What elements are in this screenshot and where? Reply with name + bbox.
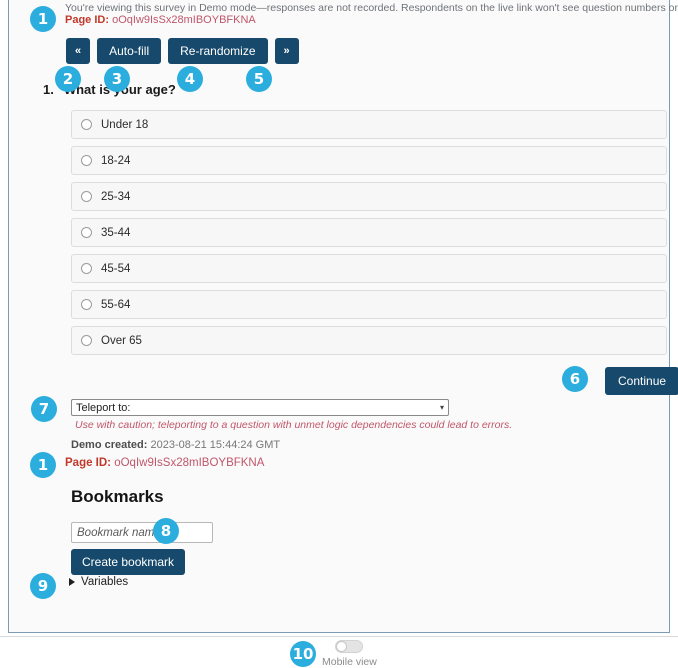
callout-badge-7: 7: [31, 396, 57, 422]
answer-option[interactable]: 25-34: [71, 182, 667, 211]
demo-created-value: 2023-08-21 15:44:24 GMT: [150, 439, 281, 451]
answer-option-label: 45-54: [101, 262, 131, 275]
mobile-view-label: Mobile view: [322, 656, 377, 668]
demo-nav-toolbar: « Auto-fill Re-randomize »: [66, 38, 299, 64]
radio-icon[interactable]: [81, 299, 92, 310]
answer-option[interactable]: 55-64: [71, 290, 667, 319]
bookmark-name-input[interactable]: [71, 522, 213, 543]
answer-option[interactable]: 45-54: [71, 254, 667, 283]
answer-option-label: 25-34: [101, 190, 131, 203]
callout-badge-1: 1: [30, 6, 56, 32]
survey-frame: You're viewing this survey in Demo mode—…: [8, 0, 678, 633]
radio-icon[interactable]: [81, 119, 92, 130]
callout-badge-6: 6: [562, 366, 588, 392]
callout-badge-2: 2: [55, 66, 81, 92]
page-id-top: Page ID: oOqIw9IsSx28mIBOYBFKNA: [65, 14, 256, 26]
bottom-divider: [0, 636, 678, 637]
answer-option-label: Under 18: [101, 118, 149, 131]
teleport-selected-value: Teleport to:: [76, 401, 131, 414]
answer-option[interactable]: Over 65: [71, 326, 667, 355]
page-id-label: Page ID:: [65, 14, 110, 26]
page-id-label-2: Page ID:: [65, 457, 112, 469]
page-id-bottom: Page ID: oOqIw9IsSx28mIBOYBFKNA: [65, 457, 264, 469]
variables-label: Variables: [81, 576, 129, 588]
question-number: 1.: [43, 82, 54, 97]
triangle-right-icon: [69, 578, 75, 586]
answer-options-list: Under 18 18-24 25-34 35-44 45-54 55-64 Over 65: [71, 110, 667, 362]
mobile-view-control: Mobile view: [322, 640, 377, 668]
mobile-view-toggle[interactable]: [335, 640, 364, 653]
radio-icon[interactable]: [81, 155, 92, 166]
answer-option[interactable]: 35-44: [71, 218, 667, 247]
callout-badge-8: 8: [153, 518, 179, 544]
callout-badge-10: 10: [290, 641, 316, 667]
radio-icon[interactable]: [81, 263, 92, 274]
radio-icon[interactable]: [81, 335, 92, 346]
teleport-select[interactable]: Teleport to: ▾: [71, 399, 449, 416]
next-page-button[interactable]: »: [274, 38, 299, 64]
answer-option-label: 18-24: [101, 154, 131, 167]
callout-badge-3: 3: [104, 66, 130, 92]
radio-icon[interactable]: [81, 227, 92, 238]
variables-disclosure[interactable]: Variables: [69, 576, 128, 588]
previous-page-button[interactable]: «: [66, 38, 91, 64]
callout-badge-1: 1: [30, 452, 56, 478]
page-id-value-2: oOqIw9IsSx28mIBOYBFKNA: [114, 457, 265, 469]
answer-option-label: Over 65: [101, 334, 142, 347]
callout-badge-9: 9: [30, 573, 56, 599]
toggle-knob: [336, 641, 348, 652]
bookmarks-heading: Bookmarks: [71, 487, 164, 506]
auto-fill-button[interactable]: Auto-fill: [97, 38, 162, 64]
callout-badge-5: 5: [246, 66, 272, 92]
chevron-down-icon: ▾: [439, 403, 444, 412]
demo-created-label: Demo created:: [71, 439, 148, 451]
radio-icon[interactable]: [81, 191, 92, 202]
answer-option-label: 55-64: [101, 298, 131, 311]
demo-created-line: Demo created: 2023-08-21 15:44:24 GMT: [71, 439, 280, 451]
page-id-value: oOqIw9IsSx28mIBOYBFKNA: [112, 14, 256, 26]
callout-badge-4: 4: [177, 66, 203, 92]
answer-option[interactable]: Under 18: [71, 110, 667, 139]
continue-button[interactable]: Continue: [605, 367, 678, 395]
answer-option[interactable]: 18-24: [71, 146, 667, 175]
survey-demo-page: You're viewing this survey in Demo mode—…: [0, 0, 678, 668]
re-randomize-button[interactable]: Re-randomize: [168, 38, 268, 64]
answer-option-label: 35-44: [101, 226, 131, 239]
teleport-warning-text: Use with caution; teleporting to a quest…: [75, 419, 513, 431]
create-bookmark-button[interactable]: Create bookmark: [71, 549, 186, 575]
